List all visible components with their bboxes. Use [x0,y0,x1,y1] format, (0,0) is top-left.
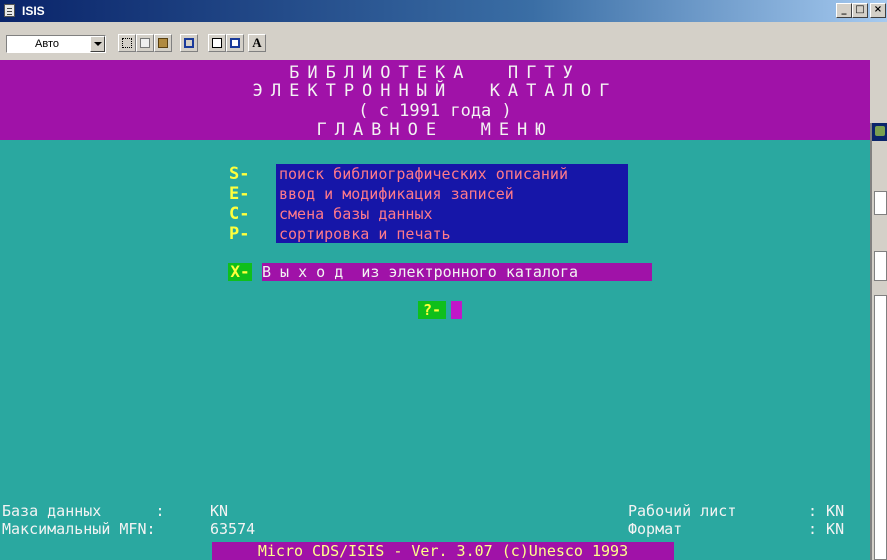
font-icon[interactable]: A [248,34,266,52]
fullscreen-icon[interactable] [180,34,198,52]
menu-item-search[interactable]: поиск библиографических описаний [279,164,568,184]
header-since: ( с 1991 года ) [358,101,512,121]
text-cursor[interactable] [451,301,462,319]
version-footer: Micro CDS/ISIS - Ver. 3.07 (c)Unesco 199… [212,542,674,560]
chevron-down-icon[interactable] [90,36,105,52]
menu-item-edit[interactable]: ввод и модификация записей [279,184,514,204]
copy-icon[interactable] [136,34,154,52]
app-icon[interactable] [4,4,15,17]
catalog-header: БИБЛИОТЕКА ПГТУ ЭЛЕКТРОННЫЙ КАТАЛОГ ( с … [0,60,870,140]
menu-key-sort-print[interactable]: P- [229,224,275,244]
terminal-screen[interactable]: БИБЛИОТЕКА ПГТУ ЭЛЕКТРОННЫЙ КАТАЛОГ ( с … [0,60,870,560]
background-icon[interactable] [226,34,244,52]
header-library: БИБЛИОТЕКА ПГТУ [289,63,581,83]
window-title: ISIS [22,4,45,18]
paste-icon[interactable] [154,34,172,52]
format-label: Формат [628,520,683,538]
properties-icon[interactable] [208,34,226,52]
menu-key-exit[interactable]: X- [228,263,252,281]
title-bar[interactable]: ISIS _ □ × [0,0,887,22]
max-mfn-value: 63574 [210,520,256,538]
menu-key-edit[interactable]: E- [229,184,275,204]
maximize-button[interactable]: □ [852,3,868,18]
menu-item-exit[interactable]: В ы х о д из электронного каталога [262,263,652,281]
browser-icon [875,126,885,136]
menu-key-search[interactable]: S- [229,164,275,184]
command-prompt: ?- [418,301,446,319]
format-value: : KN [808,520,845,538]
worksheet-label: Рабочий лист [628,502,737,520]
close-button[interactable]: × [870,3,886,18]
menu-item-sort-print[interactable]: сортировка и печать [279,224,451,244]
worksheet-value: : KN [808,502,845,520]
select-icon[interactable] [118,34,136,52]
font-select-value: Авто [35,38,59,50]
max-mfn-label: Максимальный MFN: [2,520,156,538]
minimize-button[interactable]: _ [836,3,852,18]
menu-key-change-db[interactable]: C- [229,204,275,224]
isis-window: ISIS _ □ × Авто A БИБЛИОТЕКА ПГТУ ЭЛЕКТР… [0,0,887,560]
background-window-edge[interactable] [870,123,887,560]
menu-item-change-db[interactable]: смена базы данных [279,204,433,224]
font-select[interactable]: Авто [6,35,106,53]
database-label: База данных : [2,502,165,520]
header-main-menu: ГЛАВНОЕ МЕНЮ [316,120,554,140]
header-catalog: ЭЛЕКТРОННЫЙ КАТАЛОГ [252,81,618,101]
database-value: KN [210,502,229,520]
